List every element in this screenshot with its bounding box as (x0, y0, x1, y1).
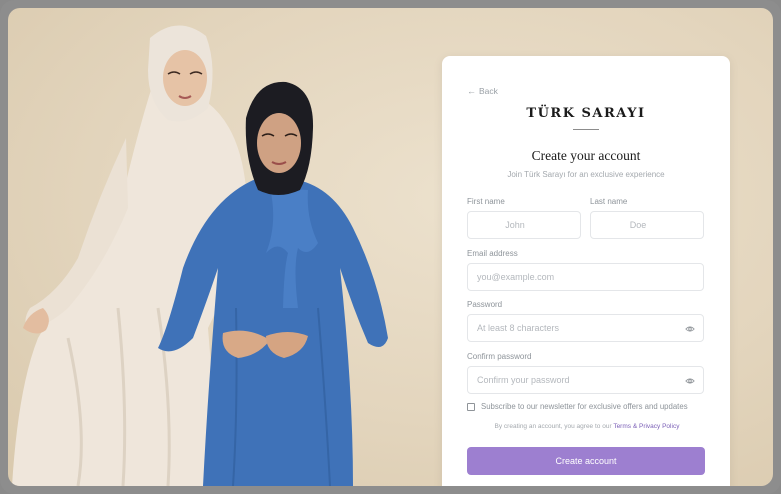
password-placeholder: At least 8 characters (477, 323, 560, 333)
newsletter-label: Subscribe to our newsletter for exclusiv… (481, 402, 688, 411)
confirm-password-label: Confirm password (467, 352, 532, 361)
privacy-policy-link[interactable]: Privacy Policy (639, 423, 679, 430)
page-subtitle: Join Türk Sarayı for an exclusive experi… (507, 170, 665, 179)
page-title: Create your account (531, 148, 641, 163)
back-label: Back (479, 86, 498, 96)
models-photo (12, 25, 388, 486)
eye-icon[interactable] (685, 324, 695, 334)
create-account-button[interactable]: Create account (467, 447, 705, 475)
last-name-placeholder: Doe (629, 220, 647, 230)
back-link[interactable]: ← Back (467, 86, 498, 96)
email-placeholder: you@example.com (477, 272, 555, 282)
brand-divider (573, 129, 599, 130)
email-field[interactable]: you@example.com (467, 263, 704, 291)
terms-link[interactable]: Terms (613, 423, 631, 430)
confirm-password-field[interactable]: Confirm your password (467, 366, 704, 394)
confirm-password-placeholder: Confirm your password (477, 375, 570, 385)
first-name-placeholder: John (505, 220, 525, 230)
arrow-left-icon: ← (467, 86, 476, 96)
terms-notice: By creating an account, you agree to our… (482, 422, 692, 431)
email-label: Email address (467, 249, 518, 258)
brand-logo: TÜRK SARAYI (526, 106, 646, 121)
password-label: Password (467, 300, 503, 309)
terms-prefix: By creating an account, you agree to our (494, 423, 612, 430)
newsletter-checkbox[interactable] (467, 402, 475, 411)
eye-icon[interactable] (685, 376, 695, 386)
newsletter-option[interactable]: Subscribe to our newsletter for exclusiv… (467, 402, 688, 411)
last-name-field[interactable]: Doe (590, 211, 704, 239)
signup-screen: ← Back TÜRK SARAYI Create your account J… (8, 8, 773, 486)
first-name-field[interactable]: John (467, 211, 581, 239)
first-name-label: First name (467, 197, 505, 206)
signup-card: ← Back TÜRK SARAYI Create your account J… (442, 56, 730, 486)
last-name-label: Last name (590, 197, 628, 206)
password-field[interactable]: At least 8 characters (467, 314, 704, 342)
terms-amp: & (632, 423, 638, 430)
device-frame: ← Back TÜRK SARAYI Create your account J… (0, 0, 781, 494)
